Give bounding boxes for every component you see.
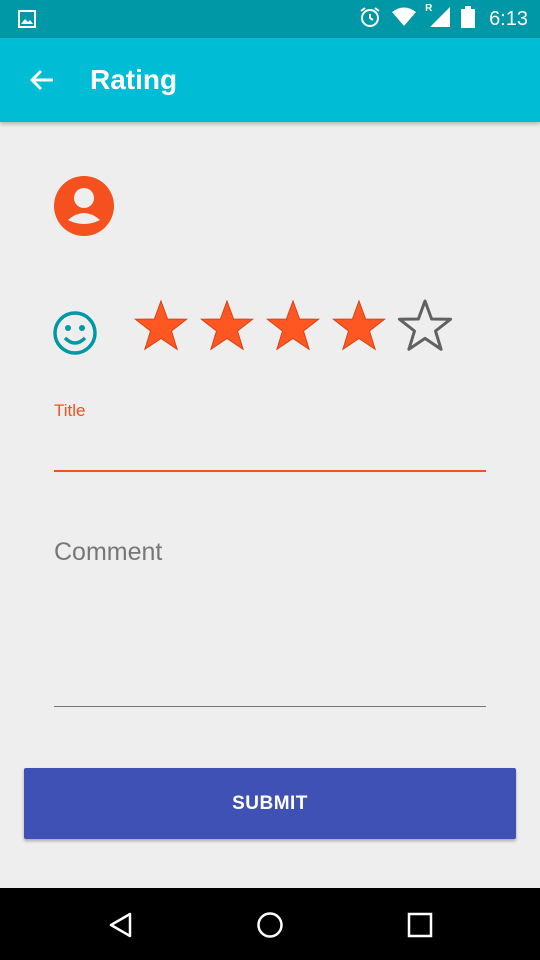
roaming-indicator: R	[425, 2, 433, 14]
rating-bar[interactable]	[132, 298, 454, 356]
smiley-icon	[52, 310, 98, 356]
star-filled-icon[interactable]	[264, 298, 322, 356]
comment-field[interactable]	[54, 538, 486, 707]
signal-icon: R	[425, 2, 451, 33]
title-field[interactable]	[54, 430, 486, 472]
account-circle-icon	[54, 176, 114, 236]
clock: 6:13	[489, 7, 528, 30]
app-bar: Rating	[0, 38, 540, 122]
wifi-icon	[391, 7, 417, 32]
title-field-label: Title	[54, 401, 86, 420]
home-circle-icon[interactable]	[255, 910, 285, 940]
star-filled-icon[interactable]	[330, 298, 388, 356]
alarm-icon	[359, 6, 381, 33]
status-bar: R 6:13	[0, 0, 540, 38]
page-title: Rating	[90, 64, 178, 95]
arrow-back-icon[interactable]	[28, 66, 56, 94]
navigation-bar	[0, 888, 540, 960]
star-filled-icon[interactable]	[132, 298, 190, 356]
image-icon	[18, 10, 36, 33]
star-filled-icon[interactable]	[198, 298, 256, 356]
submit-button[interactable]: SUBMIT	[24, 768, 516, 839]
star-empty-icon[interactable]	[396, 298, 454, 356]
recents-square-icon[interactable]	[405, 910, 435, 940]
back-triangle-icon[interactable]	[106, 910, 136, 940]
battery-icon	[461, 5, 476, 33]
